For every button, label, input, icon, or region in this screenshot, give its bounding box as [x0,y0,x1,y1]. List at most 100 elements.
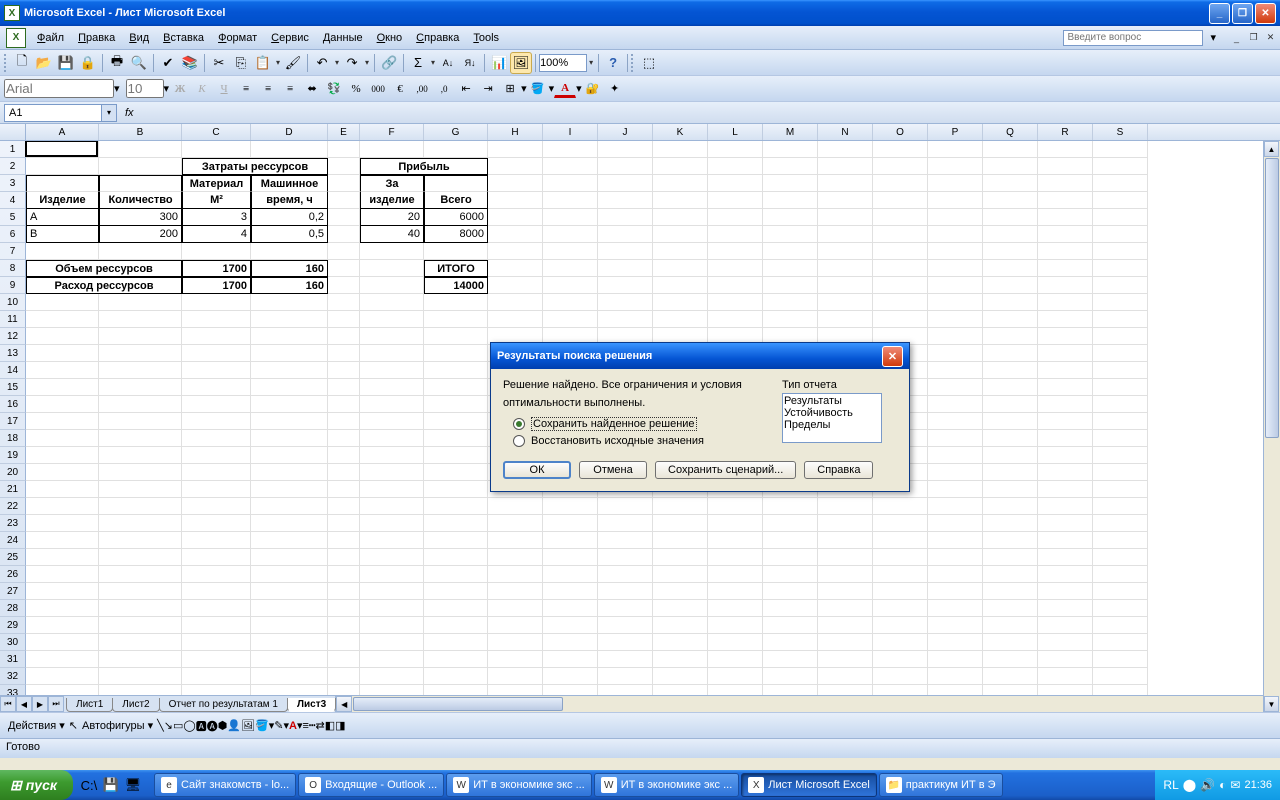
cell-F8[interactable] [360,260,424,277]
ql-save-icon[interactable]: 💾 [101,774,121,796]
cell-B13[interactable] [99,345,182,362]
dash-style-button[interactable]: ┅ [309,719,316,732]
cell-Q12[interactable] [983,328,1038,345]
cell-H29[interactable] [488,617,543,634]
cell-F3[interactable]: За [360,175,424,192]
row-header-13[interactable]: 13 [0,345,26,362]
cell-C30[interactable] [182,634,251,651]
cell-K11[interactable] [653,311,708,328]
cell-P2[interactable] [928,158,983,175]
cell-E21[interactable] [328,481,360,498]
cell-R2[interactable] [1038,158,1093,175]
dialog-titlebar[interactable]: Результаты поиска решения ✕ [491,343,909,369]
cell-C28[interactable] [182,600,251,617]
cell-N11[interactable] [818,311,873,328]
open-button[interactable]: 📂 [33,52,55,74]
cell-B3[interactable] [99,175,182,192]
cell-N23[interactable] [818,515,873,532]
cell-R20[interactable] [1038,464,1093,481]
cell-R27[interactable] [1038,583,1093,600]
cell-R4[interactable] [1038,192,1093,209]
cell-J7[interactable] [598,243,653,260]
cell-C6[interactable]: 4 [182,226,251,243]
align-left-button[interactable]: ≡ [235,78,257,100]
row-header-30[interactable]: 30 [0,634,26,651]
cell-H10[interactable] [488,294,543,311]
cell-O33[interactable] [873,685,928,695]
cell-F13[interactable] [360,345,424,362]
cell-A8[interactable]: Объем рессурсов [26,260,182,277]
cell-O23[interactable] [873,515,928,532]
cell-L11[interactable] [708,311,763,328]
cell-G31[interactable] [424,651,488,668]
cell-Q5[interactable] [983,209,1038,226]
cell-O27[interactable] [873,583,928,600]
cell-G4[interactable]: Всего [424,192,488,209]
cell-R33[interactable] [1038,685,1093,695]
cell-M11[interactable] [763,311,818,328]
hscroll-left[interactable]: ◀ [336,696,352,712]
cell-S1[interactable] [1093,141,1148,158]
cell-A33[interactable] [26,685,99,695]
cell-M2[interactable] [763,158,818,175]
cell-L27[interactable] [708,583,763,600]
menu-окно[interactable]: Окно [370,29,410,47]
cell-B30[interactable] [99,634,182,651]
sheet-tab[interactable]: Лист1 [66,698,113,712]
cell-S26[interactable] [1093,566,1148,583]
cell-O25[interactable] [873,549,928,566]
cell-D25[interactable] [251,549,328,566]
cell-M31[interactable] [763,651,818,668]
cell-R17[interactable] [1038,413,1093,430]
sort-desc-button[interactable]: Я↓ [459,52,481,74]
cell-D26[interactable] [251,566,328,583]
cell-I29[interactable] [543,617,598,634]
cell-O28[interactable] [873,600,928,617]
cell-P32[interactable] [928,668,983,685]
clipart-button[interactable]: 👤 [227,719,241,732]
cell-G24[interactable] [424,532,488,549]
cell-N7[interactable] [818,243,873,260]
cell-N27[interactable] [818,583,873,600]
format-painter-button[interactable]: 🖌 [282,52,304,74]
cell-G18[interactable] [424,430,488,447]
cell-Q4[interactable] [983,192,1038,209]
cell-J32[interactable] [598,668,653,685]
row-header-26[interactable]: 26 [0,566,26,583]
cell-H26[interactable] [488,566,543,583]
cell-S9[interactable] [1093,277,1148,294]
cell-A6[interactable]: В [26,226,99,243]
cell-I8[interactable] [543,260,598,277]
cell-L33[interactable] [708,685,763,695]
cell-S32[interactable] [1093,668,1148,685]
cell-E8[interactable] [328,260,360,277]
cell-A26[interactable] [26,566,99,583]
col-header-A[interactable]: A [26,124,99,140]
cell-B20[interactable] [99,464,182,481]
cell-C31[interactable] [182,651,251,668]
cell-B4[interactable]: Количество [99,192,182,209]
cell-B21[interactable] [99,481,182,498]
cell-F18[interactable] [360,430,424,447]
cell-E5[interactable] [328,209,360,226]
cell-F10[interactable] [360,294,424,311]
cell-K25[interactable] [653,549,708,566]
menu-файл[interactable]: Файл [30,29,71,47]
cell-I24[interactable] [543,532,598,549]
cell-D19[interactable] [251,447,328,464]
cell-L28[interactable] [708,600,763,617]
cell-O4[interactable] [873,192,928,209]
cell-R29[interactable] [1038,617,1093,634]
cell-M7[interactable] [763,243,818,260]
cell-P26[interactable] [928,566,983,583]
cell-Q15[interactable] [983,379,1038,396]
cell-O9[interactable] [873,277,928,294]
cell-P12[interactable] [928,328,983,345]
menu-вид[interactable]: Вид [122,29,156,47]
cell-M28[interactable] [763,600,818,617]
chart-wizard-button[interactable]: 📊 [488,52,510,74]
cell-O8[interactable] [873,260,928,277]
arrow-style-button[interactable]: ⇄ [316,719,325,732]
tray-clock[interactable]: 21:36 [1244,779,1272,791]
cell-J4[interactable] [598,192,653,209]
